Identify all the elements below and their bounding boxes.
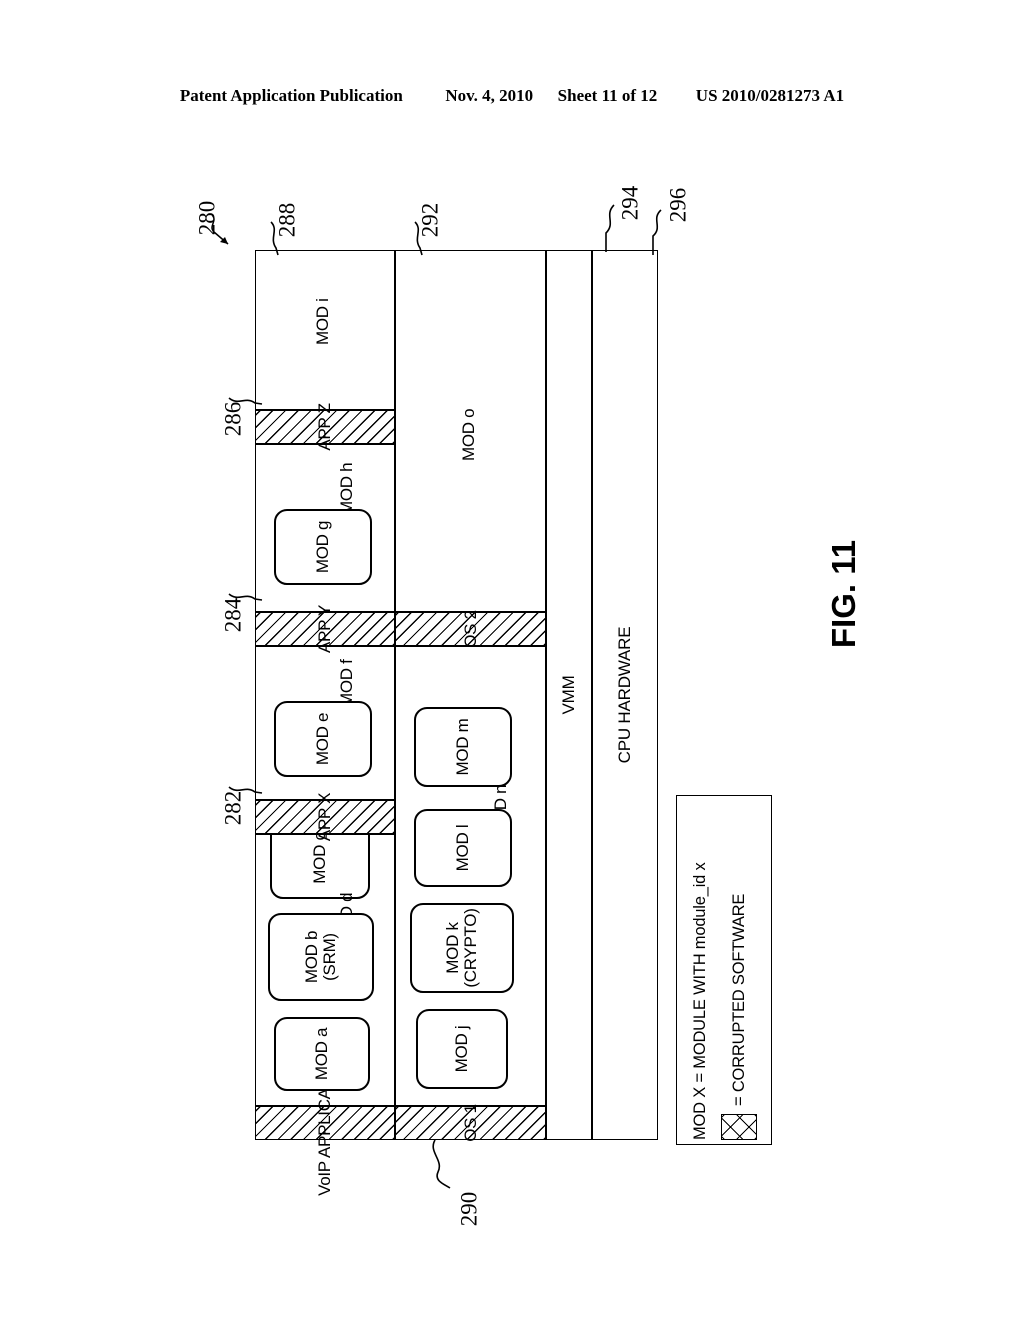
ref-numeral-290: 290 xyxy=(456,1191,482,1227)
os-2-region-label: MOD o xyxy=(459,408,478,461)
application-app-x-spine: APP X xyxy=(255,793,395,841)
os-2-name: OS 2 xyxy=(460,610,480,648)
ref-leader-290 xyxy=(430,1139,466,1192)
module-chip-mod-e: MOD e xyxy=(274,701,372,777)
legend-line-1-text: MOD X = MODULE WITH module_id x xyxy=(691,862,709,1140)
os-1-body: MOD n MOD j MOD k (CRYPTO) MOD l MOD m xyxy=(395,646,546,1106)
application-app-y: APP Y MOD h MOD g xyxy=(255,444,395,653)
sheet-number: Sheet 11 of 12 xyxy=(557,86,658,105)
module-chip-mod-k: MOD k (CRYPTO) xyxy=(410,903,514,993)
application-app-x: APP X MOD f MOD e xyxy=(255,646,395,841)
module-chip-mod-e-label: MOD e xyxy=(313,712,333,766)
application-voip: VoIP APPLICATION MOD d MOD a MOD b (SRM)… xyxy=(255,817,395,1196)
ref-leader-286 xyxy=(228,393,263,415)
os-layer-band: OS 1 MOD n MOD j MOD k (CRYPTO) MOD l MO… xyxy=(395,250,546,1142)
application-app-y-body: MOD h MOD g xyxy=(255,444,395,612)
page-header: Patent Application Publication Nov. 4, 2… xyxy=(0,86,1024,106)
os-2-spine: OS 2 xyxy=(395,610,546,648)
figure-caption: FIG. 11 xyxy=(825,539,863,649)
patent-number: US 2010/0281273 A1 xyxy=(695,86,845,105)
ref-leader-294 xyxy=(598,204,624,253)
os-1-spine: OS 1 xyxy=(395,1104,546,1142)
module-chip-mod-j: MOD j xyxy=(416,1009,508,1089)
application-app-x-region-label: MOD f xyxy=(337,659,356,707)
ref-leader-282 xyxy=(228,782,263,804)
legend-box: MOD X = MODULE WITH module_id x = CORRUP… xyxy=(676,795,772,1145)
application-app-y-region-label: MOD h xyxy=(337,462,356,515)
module-chip-mod-a-label: MOD a xyxy=(312,1027,332,1081)
os-1-name: OS 1 xyxy=(460,1104,480,1142)
application-app-x-body: MOD f MOD e xyxy=(255,646,395,800)
cpu-hardware-layer: CPU HARDWARE xyxy=(592,250,658,1140)
application-app-z: APP Z MOD i xyxy=(255,250,395,451)
legend-content: MOD X = MODULE WITH module_id x = CORRUP… xyxy=(681,800,767,1140)
module-chip-mod-b-label: MOD b (SRM) xyxy=(302,930,339,984)
publication-title: Patent Application Publication xyxy=(179,86,403,105)
module-chip-mod-j-label: MOD j xyxy=(452,1025,472,1073)
module-chip-mod-b: MOD b (SRM) xyxy=(268,913,374,1001)
application-voip-body: MOD d MOD a MOD b (SRM) MOD c xyxy=(255,817,395,1106)
legend-line-module-id: MOD X = MODULE WITH module_id x xyxy=(691,800,710,1140)
figure-11-drawing: VoIP APPLICATION MOD d MOD a MOD b (SRM)… xyxy=(255,250,665,1196)
application-app-z-region-label: MOD i xyxy=(313,298,332,345)
application-app-z-spine: APP Z xyxy=(255,403,395,451)
ref-leader-280 xyxy=(206,213,242,253)
module-chip-mod-l-label: MOD l xyxy=(453,824,473,872)
application-layer-band: VoIP APPLICATION MOD d MOD a MOD b (SRM)… xyxy=(255,250,395,1196)
application-app-z-name: APP Z xyxy=(315,403,334,451)
os-2: OS 2 MOD o xyxy=(395,250,546,648)
module-chip-mod-m: MOD m xyxy=(414,707,512,787)
legend-line-corrupted: = CORRUPTED SOFTWARE xyxy=(721,800,757,1140)
os-2-body: MOD o xyxy=(395,250,546,612)
vmm-layer: VMM xyxy=(546,250,592,1140)
application-app-y-name: APP Y xyxy=(315,605,334,653)
module-chip-mod-m-label: MOD m xyxy=(453,718,473,776)
module-chip-mod-g: MOD g xyxy=(274,509,372,585)
application-app-y-spine: APP Y xyxy=(255,605,395,653)
vmm-label: VMM xyxy=(559,675,578,715)
module-chip-mod-k-label: MOD k (CRYPTO) xyxy=(443,908,480,988)
module-chip-mod-l: MOD l xyxy=(414,809,512,887)
ref-leader-296 xyxy=(645,209,671,256)
application-app-z-body: MOD i xyxy=(255,250,395,410)
ref-leader-292 xyxy=(410,221,432,256)
application-app-x-name: APP X xyxy=(315,792,334,842)
system-stack-diagram: VoIP APPLICATION MOD d MOD a MOD b (SRM)… xyxy=(255,250,665,1196)
cpu-hardware-label: CPU HARDWARE xyxy=(615,626,634,764)
module-chip-mod-a: MOD a xyxy=(274,1017,370,1091)
application-voip-spine: VoIP APPLICATION xyxy=(255,1050,395,1196)
module-chip-mod-g-label: MOD g xyxy=(313,520,333,574)
ref-leader-288 xyxy=(266,221,288,256)
corrupted-swatch-icon xyxy=(721,1114,757,1140)
publication-date: Nov. 4, 2010 xyxy=(445,86,534,105)
legend-line-2-text: = CORRUPTED SOFTWARE xyxy=(729,893,748,1106)
os-1: OS 1 MOD n MOD j MOD k (CRYPTO) MOD l MO… xyxy=(395,646,546,1142)
ref-leader-284 xyxy=(228,589,263,611)
